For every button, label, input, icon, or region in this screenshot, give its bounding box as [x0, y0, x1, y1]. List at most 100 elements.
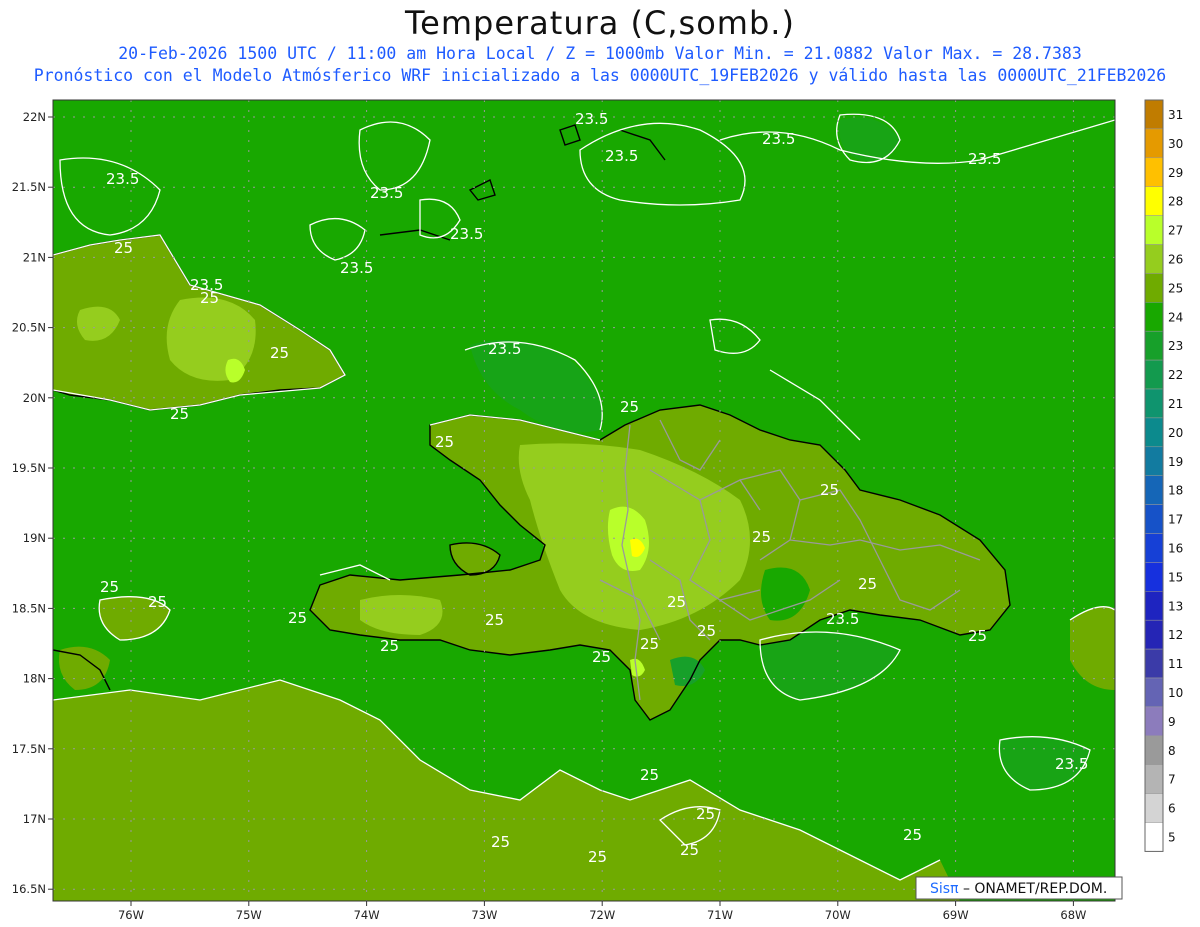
legend-swatch — [1144, 735, 1164, 765]
lon-axis: 76W 75W 74W 73W 72W 71W 70W 69W 68W — [118, 901, 1086, 922]
legend-label: 9 — [1168, 715, 1176, 729]
legend-swatch — [1144, 562, 1164, 592]
color-legend: 31 30 29 28 27 26 25 24 23 22 21 20 19 18 17 16 15 13 12 11… — [1144, 99, 1183, 852]
contour-label: 25 — [820, 481, 839, 499]
lon-tick-label: 74W — [354, 908, 380, 922]
legend-swatch — [1144, 388, 1164, 419]
lon-tick-label: 73W — [471, 908, 497, 922]
legend-swatch — [1144, 157, 1164, 187]
lon-tick-label: 76W — [118, 908, 144, 922]
legend-label: 15 — [1168, 570, 1183, 584]
map-area: 23.5 23.5 23.5 23.5 23.5 23.5 23.5 23.5 … — [53, 100, 1115, 901]
contour-label: 25 — [696, 805, 715, 823]
legend-label: 28 — [1168, 195, 1183, 209]
legend-label: 30 — [1168, 137, 1183, 151]
contour-label: 25 — [697, 622, 716, 640]
legend-label: 23 — [1168, 339, 1183, 353]
legend-label: 12 — [1168, 628, 1183, 642]
contour-label: 25 — [380, 637, 399, 655]
lat-tick-label: 21N — [23, 250, 46, 264]
contour-label: 25 — [858, 575, 877, 593]
svg-text:Sisπ – ONAMET/REP.DOM.: Sisπ – ONAMET/REP.DOM. — [930, 881, 1107, 897]
contour-label: 23.5 — [605, 147, 638, 165]
contour-label: 25 — [170, 405, 189, 423]
legend-swatch — [1144, 244, 1164, 274]
lat-tick-label: 20.5N — [12, 321, 46, 335]
legend-label: 31 — [1168, 108, 1183, 122]
sispi-logo: Sisπ — [930, 881, 959, 897]
contour-label: 25 — [903, 826, 922, 844]
legend-swatch — [1144, 619, 1164, 650]
contour-label: 23.5 — [450, 225, 483, 243]
legend-label: 25 — [1168, 281, 1183, 295]
contour-label: 25 — [968, 627, 987, 645]
contour-label: 25 — [592, 648, 611, 666]
contour-label: 23.5 — [488, 340, 521, 358]
legend-label: 6 — [1168, 802, 1176, 816]
legend-swatch — [1144, 128, 1164, 159]
legend-label: 18 — [1168, 484, 1183, 498]
contour-label: 25 — [588, 848, 607, 866]
lat-tick-label: 17N — [23, 812, 46, 826]
contour-label: 25 — [100, 578, 119, 596]
contour-label: 23.5 — [762, 130, 795, 148]
legend-label: 10 — [1168, 686, 1183, 700]
lon-tick-label: 71W — [707, 908, 733, 922]
contour-label: 25 — [435, 433, 454, 451]
legend-label: 7 — [1168, 773, 1176, 787]
lat-tick-label: 21.5N — [12, 180, 46, 194]
contour-label: 25 — [752, 528, 771, 546]
lon-tick-label: 75W — [236, 908, 262, 922]
lat-tick-label: 19N — [23, 531, 46, 545]
legend-label: 5 — [1168, 831, 1176, 845]
contour-label: 25 — [640, 635, 659, 653]
legend-swatch — [1144, 706, 1164, 737]
contour-label: 25 — [620, 398, 639, 416]
contour-label: 25 — [148, 593, 167, 611]
legend-label: 22 — [1168, 368, 1183, 382]
contour-label: 23.5 — [968, 150, 1001, 168]
legend-swatch — [1144, 330, 1164, 361]
contour-label: 23.5 — [370, 184, 403, 202]
contour-label: 25 — [680, 841, 699, 859]
legend-swatch — [1144, 677, 1164, 708]
contour-label: 23.5 — [826, 610, 859, 628]
credit-box: Sisπ – ONAMET/REP.DOM. — [915, 876, 1123, 900]
contour-label: 23.5 — [106, 170, 139, 188]
legend-swatch — [1144, 793, 1164, 823]
lon-tick-label: 70W — [825, 908, 851, 922]
contour-label: 25 — [667, 593, 686, 611]
contour-label: 25 — [288, 609, 307, 627]
legend-label: 20 — [1168, 426, 1183, 440]
lon-tick-label: 68W — [1060, 908, 1086, 922]
contour-label: 23.5 — [340, 259, 373, 277]
legend-label: 11 — [1168, 657, 1183, 671]
legend-swatch — [1144, 273, 1164, 303]
legend-label: 13 — [1168, 599, 1183, 613]
legend-swatch — [1144, 99, 1164, 130]
contour-label: 25 — [270, 344, 289, 362]
credit-text: – ONAMET/REP.DOM. — [959, 881, 1108, 897]
lat-tick-label: 16.5N — [12, 882, 46, 896]
contour-label: 25 — [640, 766, 659, 784]
legend-swatch — [1144, 648, 1164, 679]
contour-label: 25 — [491, 833, 510, 851]
legend-swatch — [1144, 764, 1164, 794]
legend-swatch — [1144, 417, 1164, 448]
contour-label: 25 — [200, 289, 219, 307]
legend-label: 29 — [1168, 166, 1183, 180]
legend-swatch — [1144, 359, 1164, 390]
legend-label: 24 — [1168, 310, 1183, 324]
legend-label: 16 — [1168, 542, 1183, 556]
legend-swatch — [1144, 215, 1164, 245]
legend-swatch — [1144, 504, 1164, 534]
legend-label: 26 — [1168, 253, 1183, 267]
legend-label: 19 — [1168, 455, 1183, 469]
temperature-map: 23.5 23.5 23.5 23.5 23.5 23.5 23.5 23.5 … — [12, 99, 1183, 922]
lat-tick-label: 17.5N — [12, 742, 46, 756]
lat-tick-label: 20N — [23, 391, 46, 405]
legend-swatch — [1144, 446, 1164, 476]
legend-swatch — [1144, 533, 1164, 563]
legend-label: 27 — [1168, 224, 1183, 238]
lat-tick-label: 18N — [23, 672, 46, 686]
